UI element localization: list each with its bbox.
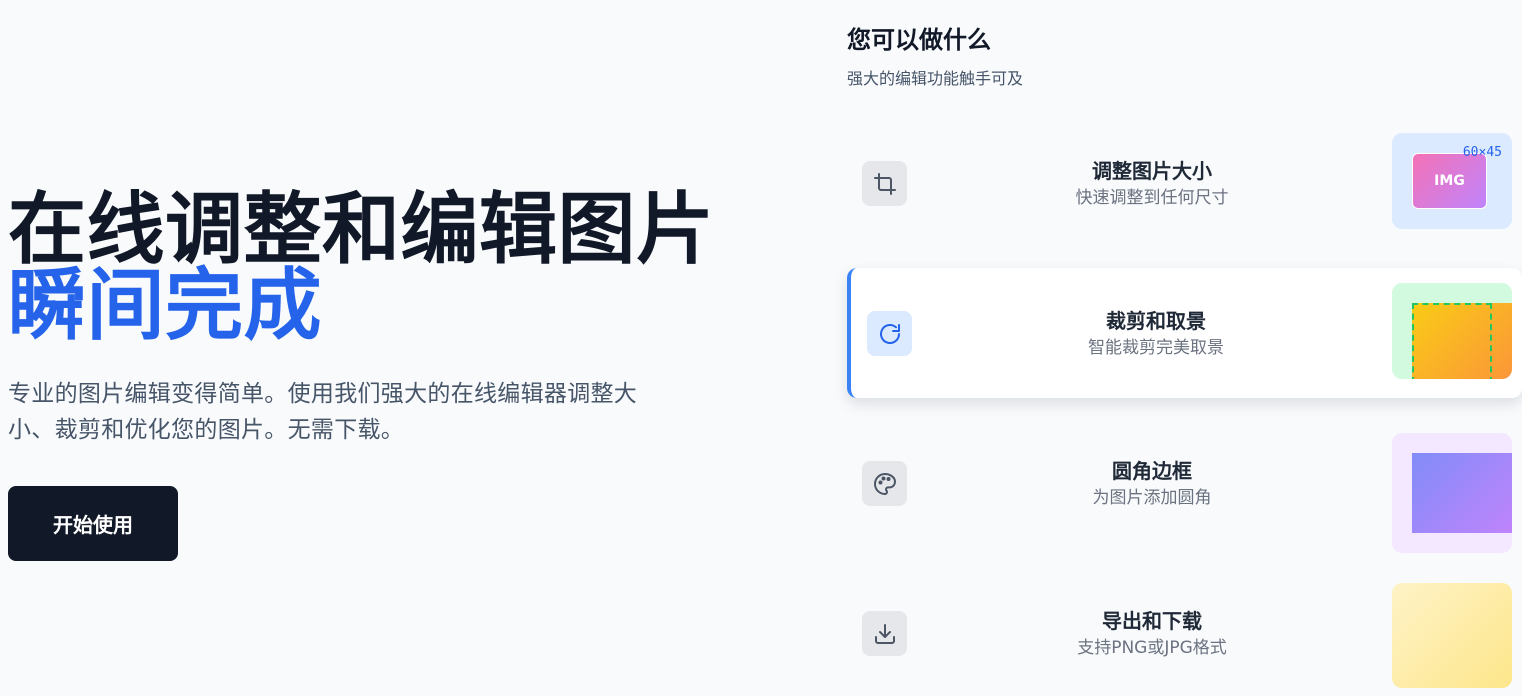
feature-card-rounded[interactable]: 圆角边框 为图片添加圆角 bbox=[847, 418, 1522, 553]
hero-title: 在线调整和编辑图片 瞬间完成 bbox=[8, 191, 715, 351]
export-preview bbox=[1392, 583, 1512, 688]
feature-title: 导出和下载 bbox=[1102, 609, 1202, 633]
feature-desc: 为图片添加圆角 bbox=[1092, 488, 1212, 508]
feature-card-text: 圆角边框 为图片添加圆角 bbox=[967, 458, 1337, 509]
feature-card-text: 导出和下载 支持PNG或JPG格式 bbox=[967, 608, 1337, 659]
feature-card-resize[interactable]: 调整图片大小 快速调整到任何尺寸 IMG 60×45 bbox=[847, 118, 1522, 248]
feature-card-crop[interactable]: 裁剪和取景 智能裁剪完美取景 bbox=[847, 268, 1522, 398]
download-icon bbox=[862, 611, 907, 656]
feature-card-text: 裁剪和取景 智能裁剪完美取景 bbox=[971, 308, 1341, 359]
features-title: 您可以做什么 bbox=[847, 26, 991, 54]
crop-frame bbox=[1412, 303, 1492, 379]
hero-section: 在线调整和编辑图片 瞬间完成 专业的图片编辑变得简单。使用我们强大的在线编辑器调… bbox=[8, 0, 714, 696]
crop-icon bbox=[862, 161, 907, 206]
hero-title-accent: 瞬间完成 bbox=[8, 261, 323, 351]
feature-desc: 支持PNG或JPG格式 bbox=[1077, 638, 1227, 658]
feature-card-export[interactable]: 导出和下载 支持PNG或JPG格式 bbox=[847, 568, 1522, 696]
img-thumbnail: IMG bbox=[1412, 153, 1487, 209]
get-started-button[interactable]: 开始使用 bbox=[8, 486, 178, 561]
page: 在线调整和编辑图片 瞬间完成 专业的图片编辑变得简单。使用我们强大的在线编辑器调… bbox=[0, 0, 1522, 696]
feature-title: 圆角边框 bbox=[1112, 459, 1192, 483]
feature-desc: 快速调整到任何尺寸 bbox=[1075, 188, 1229, 208]
feature-title: 调整图片大小 bbox=[1092, 159, 1212, 183]
rounded-preview bbox=[1392, 433, 1512, 553]
palette-icon bbox=[862, 461, 907, 506]
features-subtitle: 强大的编辑功能触手可及 bbox=[847, 69, 1024, 88]
hero-description: 专业的图片编辑变得简单。使用我们强大的在线编辑器调整大小、裁剪和优化您的图片。无… bbox=[8, 381, 638, 443]
feature-desc: 智能裁剪完美取景 bbox=[1088, 338, 1224, 358]
features-section: 您可以做什么 强大的编辑功能触手可及 调整图片大小 快速调整到任何尺寸 IMG … bbox=[847, 0, 1522, 696]
resize-preview: IMG 60×45 bbox=[1392, 133, 1512, 229]
rounded-image-fill bbox=[1412, 453, 1512, 533]
crop-preview bbox=[1392, 283, 1512, 379]
feature-title: 裁剪和取景 bbox=[1106, 309, 1206, 333]
dimension-label: 60×45 bbox=[1462, 145, 1502, 160]
rotate-icon bbox=[867, 311, 912, 356]
feature-card-text: 调整图片大小 快速调整到任何尺寸 bbox=[967, 158, 1337, 209]
